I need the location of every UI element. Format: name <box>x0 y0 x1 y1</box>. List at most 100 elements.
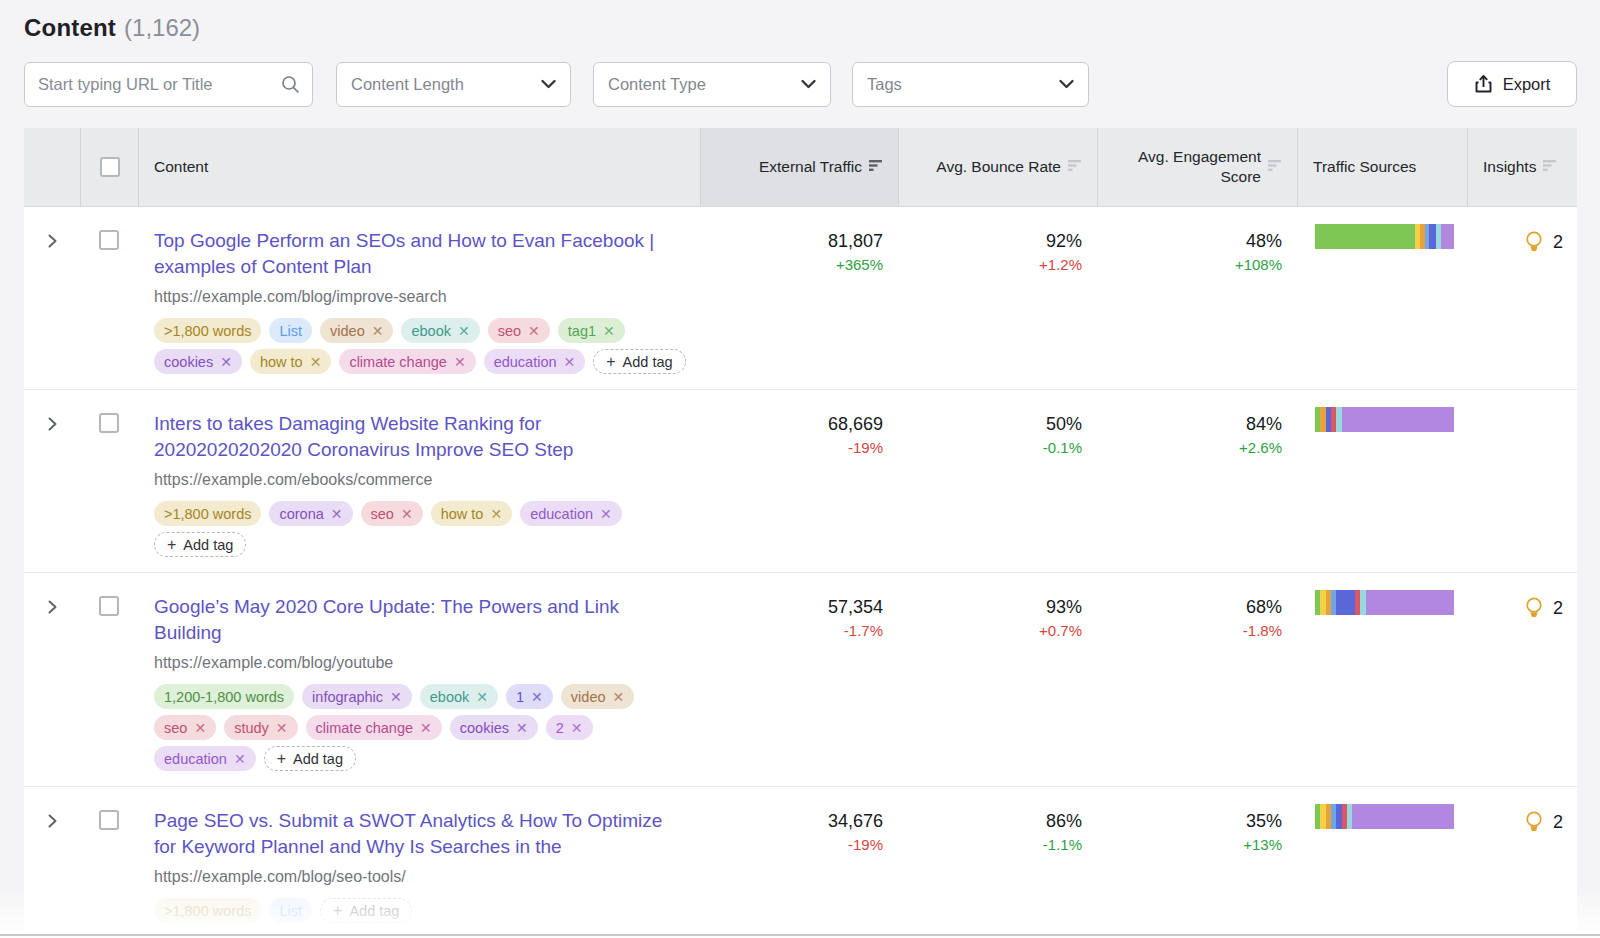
add-tag-button[interactable]: +Add tag <box>320 898 412 923</box>
expand-row-icon[interactable] <box>46 599 59 615</box>
tag[interactable]: seo✕ <box>154 715 216 740</box>
remove-tag-icon[interactable]: ✕ <box>234 752 246 766</box>
external-traffic-cell: 81,807+365% <box>700 207 898 389</box>
content-title-link[interactable]: Top Google Perform an SEOs and How to Ev… <box>154 228 684 280</box>
expand-row-icon[interactable] <box>46 416 59 432</box>
tag[interactable]: how to✕ <box>250 349 331 374</box>
tag[interactable]: >1,800 words <box>154 501 261 526</box>
expand-row-icon[interactable] <box>46 813 59 829</box>
header-external-traffic[interactable]: External Traffic <box>700 128 898 206</box>
tag[interactable]: seo✕ <box>361 501 423 526</box>
tag[interactable]: ebook✕ <box>420 684 498 709</box>
tag[interactable]: corona✕ <box>269 501 352 526</box>
remove-tag-icon[interactable]: ✕ <box>194 721 206 735</box>
remove-tag-icon[interactable]: ✕ <box>528 324 540 338</box>
tags-select[interactable]: Tags <box>852 62 1089 107</box>
tag[interactable]: video✕ <box>320 318 393 343</box>
header-engagement-score-label: Avg. Engagement Score <box>1123 147 1261 187</box>
row-checkbox[interactable] <box>99 413 119 433</box>
remove-tag-icon[interactable]: ✕ <box>600 507 612 521</box>
traffic-sources-cell <box>1297 573 1467 786</box>
tag[interactable]: tag1✕ <box>558 318 625 343</box>
content-cell: Top Google Perform an SEOs and How to Ev… <box>138 207 700 389</box>
sort-icon[interactable] <box>1268 157 1282 177</box>
select-all-checkbox[interactable] <box>100 157 120 177</box>
remove-tag-icon[interactable]: ✕ <box>276 721 288 735</box>
tag[interactable]: education ✕ <box>520 501 622 526</box>
lightbulb-icon[interactable] <box>1524 596 1544 620</box>
remove-tag-icon[interactable]: ✕ <box>220 355 232 369</box>
remove-tag-icon[interactable]: ✕ <box>310 355 322 369</box>
tag[interactable]: video✕ <box>561 684 634 709</box>
add-tag-button[interactable]: +Add tag <box>154 532 246 557</box>
remove-tag-icon[interactable]: ✕ <box>331 507 343 521</box>
row-checkbox[interactable] <box>99 596 119 616</box>
content-title-link[interactable]: Page SEO vs. Submit a SWOT Analytics & H… <box>154 808 684 860</box>
tag[interactable]: cookies✕ <box>450 715 538 740</box>
search-icon <box>281 75 300 94</box>
sort-icon[interactable] <box>1068 157 1082 177</box>
search-box[interactable] <box>24 62 313 107</box>
tag-label: education <box>164 751 227 767</box>
tag-label: education <box>530 506 593 522</box>
remove-tag-icon[interactable]: ✕ <box>531 690 543 704</box>
remove-tag-icon[interactable]: ✕ <box>454 355 466 369</box>
remove-tag-icon[interactable]: ✕ <box>458 324 470 338</box>
tag[interactable]: infographic✕ <box>302 684 412 709</box>
tag-label: List <box>279 903 302 919</box>
tag[interactable]: study✕ <box>224 715 297 740</box>
tag[interactable]: education ✕ <box>154 746 256 771</box>
content-type-select[interactable]: Content Type <box>593 62 831 107</box>
expand-row-icon[interactable] <box>46 233 59 249</box>
header-insights[interactable]: Insights <box>1467 128 1577 206</box>
tag[interactable]: climate change✕ <box>339 349 475 374</box>
content-length-select[interactable]: Content Length <box>336 62 571 107</box>
row-checkbox[interactable] <box>99 230 119 250</box>
lightbulb-icon[interactable] <box>1524 230 1544 254</box>
tag[interactable]: how to ✕ <box>431 501 512 526</box>
tag[interactable]: >1,800 words <box>154 898 261 923</box>
tag-line: >1,800 words List video✕ ebook✕ seo✕ tag1✕ <box>154 318 684 343</box>
content-title-link[interactable]: Google’s May 2020 Core Update: The Power… <box>154 594 684 646</box>
add-tag-label: Add tag <box>183 537 233 553</box>
export-button[interactable]: Export <box>1447 61 1577 107</box>
remove-tag-icon[interactable]: ✕ <box>372 324 384 338</box>
tag[interactable]: >1,800 words <box>154 318 261 343</box>
insights-count: 2 <box>1553 810 1563 834</box>
header-content[interactable]: Content <box>138 128 700 206</box>
tag-label: how to <box>441 506 484 522</box>
remove-tag-icon[interactable]: ✕ <box>603 324 615 338</box>
tag-label: >1,800 words <box>164 323 251 339</box>
row-checkbox[interactable] <box>99 810 119 830</box>
insights-cell: 2 <box>1467 787 1577 938</box>
add-tag-button[interactable]: +Add tag <box>593 349 685 374</box>
tag[interactable]: education✕ <box>484 349 586 374</box>
remove-tag-icon[interactable]: ✕ <box>490 507 502 521</box>
tag[interactable]: climate change✕ <box>306 715 442 740</box>
tag[interactable]: List <box>269 898 312 923</box>
remove-tag-icon[interactable]: ✕ <box>564 355 576 369</box>
tag[interactable]: ebook✕ <box>401 318 479 343</box>
content-title-link[interactable]: Inters to takes Damaging Website Ranking… <box>154 411 684 463</box>
search-input[interactable] <box>38 75 281 94</box>
tag[interactable]: 2✕ <box>546 715 593 740</box>
add-tag-button[interactable]: +Add tag <box>264 746 356 771</box>
tag[interactable]: seo✕ <box>488 318 550 343</box>
remove-tag-icon[interactable]: ✕ <box>571 721 583 735</box>
remove-tag-icon[interactable]: ✕ <box>390 690 402 704</box>
sort-icon[interactable] <box>869 157 883 177</box>
tag[interactable]: 1✕ <box>506 684 553 709</box>
header-bounce-rate[interactable]: Avg. Bounce Rate <box>898 128 1097 206</box>
remove-tag-icon[interactable]: ✕ <box>516 721 528 735</box>
bar-segment-purple <box>1366 590 1454 615</box>
sort-icon[interactable] <box>1543 157 1557 177</box>
lightbulb-icon[interactable] <box>1524 810 1544 834</box>
remove-tag-icon[interactable]: ✕ <box>476 690 488 704</box>
remove-tag-icon[interactable]: ✕ <box>420 721 432 735</box>
remove-tag-icon[interactable]: ✕ <box>613 690 625 704</box>
remove-tag-icon[interactable]: ✕ <box>401 507 413 521</box>
tag[interactable]: List <box>269 318 312 343</box>
header-engagement-score[interactable]: Avg. Engagement Score <box>1097 128 1297 206</box>
tag[interactable]: 1,200-1,800 words <box>154 684 294 709</box>
tag[interactable]: cookies✕ <box>154 349 242 374</box>
